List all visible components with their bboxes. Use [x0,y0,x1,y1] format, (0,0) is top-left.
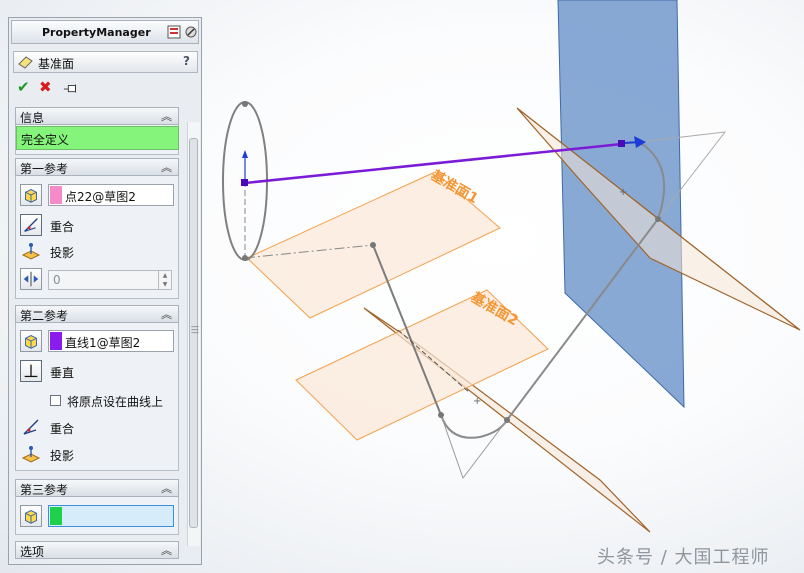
section-body-first-reference: 点22@草图2 重合 投影 0 ▲ ▼ [15,176,179,299]
origin-on-curve-checkbox[interactable] [50,395,61,406]
third-reference-selection-box[interactable] [48,505,174,527]
collapse-icon[interactable]: ︽ [161,480,172,496]
vertex-point[interactable] [242,255,248,261]
panel-title-bar: PropertyManager [11,20,199,44]
collapse-icon[interactable]: ︽ [161,542,172,558]
collapse-icon[interactable]: ︽ [161,108,172,124]
origin-cross-icon: + [619,187,627,198]
status-text: 完全定义 [21,133,70,147]
section-header-second-reference[interactable]: 第二参考 ︽ [15,305,179,323]
property-manager-panel: PropertyManager 基准面 ? ✔ ✖ ——— 信息 ︽ 完全定 [8,17,202,565]
cancel-button[interactable]: ✖ [39,78,55,96]
selection-cube-icon [20,330,42,352]
perpendicular-icon[interactable] [20,360,42,382]
distance-value: 0 [53,273,61,287]
pin-icon[interactable] [63,80,79,98]
status-message: 完全定义 [16,126,179,150]
project-label: 投影 [50,449,75,463]
scrollbar-thumb[interactable]: — — — [189,138,199,528]
second-reference-selection-box[interactable]: 直线1@草图2 [48,330,174,352]
selection-color-swatch [50,186,62,204]
point-marker[interactable] [241,179,248,186]
origin-cross-icon: + [473,396,481,407]
distance-flip-icon[interactable] [20,268,42,290]
section-label: 选项 [20,545,45,559]
section-header-first-reference[interactable]: 第一参考 ︽ [15,158,179,176]
scroll-grip-icon: — — — [191,322,199,337]
sketch-arc-lower[interactable] [440,414,508,439]
section-header-options[interactable]: 选项 ︽ [15,541,179,559]
coincident-label: 重合 [50,220,75,234]
project-icon[interactable] [20,240,42,262]
selection-color-swatch [50,332,62,350]
vertex-point[interactable] [438,412,444,418]
feature-name: 基准面 [38,57,75,71]
appearance-icon[interactable] [184,25,198,39]
selection-text: 点22@草图2 [65,190,136,204]
section-body-second-reference: 直线1@草图2 垂直 将原点设在曲线上 重合 投影 [15,323,179,471]
point-marker[interactable] [618,140,625,147]
vertex-point[interactable] [504,417,510,423]
ok-button[interactable]: ✔ [17,78,33,96]
vertex-point[interactable] [370,242,376,248]
distance-input[interactable]: 0 ▲ ▼ [48,270,172,290]
plane-icon [18,56,33,69]
vertex-point[interactable] [655,216,661,222]
project-icon[interactable] [20,443,42,465]
coincident-icon[interactable] [20,416,42,438]
watermark: 头条号 / 大国工程师 [597,547,770,568]
section-label: 第三参考 [20,483,69,497]
section-header-third-reference[interactable]: 第三参考 ︽ [15,479,179,497]
selection-cube-icon [20,505,42,527]
panel-scrollbar[interactable]: — — — [187,122,200,546]
collapse-icon[interactable]: ︽ [161,159,172,175]
selection-cube-icon [20,184,42,206]
graphics-viewport[interactable]: 基准面1 基准面2 + + [204,0,804,573]
selection-text: 直线1@草图2 [65,336,141,350]
first-reference-selection-box[interactable]: 点22@草图2 [48,184,174,206]
section-label: 第一参考 [20,162,69,176]
normal-arrow-head-icon [242,150,248,158]
collapse-icon[interactable]: ︽ [161,306,172,322]
panel-title: PropertyManager [42,26,151,39]
tree-display-icon[interactable] [167,25,181,39]
section-header-info[interactable]: 信息 ︽ [15,107,179,125]
feature-name-bar: 基准面 ? [13,51,198,73]
selection-color-swatch [50,507,62,525]
section-label: 第二参考 [20,309,69,323]
perpendicular-label: 垂直 [50,366,75,380]
help-icon[interactable]: ? [183,54,190,68]
spin-buttons[interactable]: ▲ ▼ [158,271,171,289]
section-body-third-reference [15,497,179,535]
coincident-icon[interactable] [20,214,42,236]
coincident-label: 重合 [50,422,75,436]
origin-on-curve-label: 将原点设在曲线上 [67,395,164,409]
project-label: 投影 [50,246,75,260]
vertex-point[interactable] [242,101,248,107]
construction-line [440,414,508,480]
section-label: 信息 [20,111,45,125]
